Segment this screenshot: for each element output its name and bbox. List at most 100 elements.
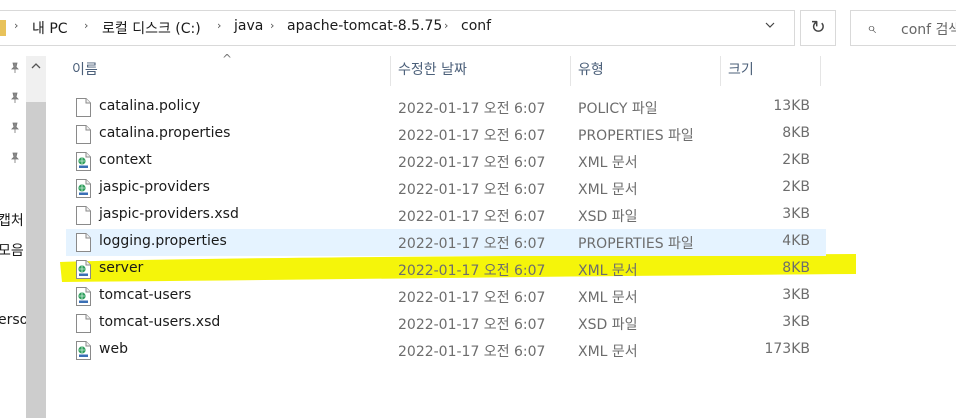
generic-file-icon: [76, 98, 91, 117]
breadcrumb-item-java[interactable]: java: [234, 18, 263, 34]
file-modified-date: 2022-01-17 오전 6:07: [398, 155, 546, 171]
file-type: XML 문서: [578, 344, 638, 360]
file-size: 2KB: [782, 152, 810, 168]
breadcrumb-separator[interactable]: ›: [217, 19, 221, 32]
file-modified-date: 2022-01-17 오전 6:07: [398, 128, 546, 144]
file-list: catalina.policy 2022-01-17 오전 6:07 POLICY …: [66, 94, 826, 364]
xml-file-icon: [76, 287, 91, 306]
breadcrumb-separator[interactable]: ›: [270, 19, 274, 32]
file-name: tomcat-users.xsd: [99, 314, 221, 330]
breadcrumb-item-conf[interactable]: conf: [461, 18, 491, 34]
pin-icon[interactable]: [8, 152, 22, 166]
file-type: XML 문서: [578, 263, 638, 279]
file-name: logging.properties: [99, 233, 227, 249]
file-modified-date: 2022-01-17 오전 6:07: [398, 209, 546, 225]
search-input[interactable]: ⌕ conf 검색: [850, 10, 956, 46]
file-name: jaspic-providers.xsd: [99, 206, 239, 222]
breadcrumb-item-this-pc[interactable]: 내 PC: [32, 18, 68, 38]
refresh-button[interactable]: ↻: [800, 10, 836, 46]
file-row[interactable]: server 2022-01-17 오전 6:07 XML 문서 8KB: [66, 256, 826, 283]
file-type: PROPERTIES 파일: [578, 128, 694, 144]
column-divider[interactable]: [570, 56, 571, 86]
file-modified-date: 2022-01-17 오전 6:07: [398, 236, 546, 252]
column-header-date[interactable]: 수정한 날짜: [398, 56, 467, 88]
xml-file-icon: [76, 152, 91, 171]
file-row[interactable]: tomcat-users.xsd 2022-01-17 오전 6:07 XSD 파일…: [66, 310, 826, 337]
generic-file-icon: [76, 233, 91, 252]
xml-file-icon: [76, 341, 91, 360]
sort-ascending-icon: ^: [222, 52, 233, 66]
file-name: web: [99, 341, 128, 357]
file-size: 4KB: [782, 233, 810, 249]
column-header-name[interactable]: 이름: [72, 56, 98, 88]
nav-item-label[interactable]: erso: [0, 312, 28, 328]
search-placeholder: conf 검색: [901, 22, 956, 38]
file-size: 3KB: [782, 287, 810, 303]
file-name: context: [99, 152, 152, 168]
file-type: XML 문서: [578, 290, 638, 306]
nav-scrollbar-thumb[interactable]: [26, 102, 46, 418]
address-bar[interactable]: › 내 PC › 로컬 디스크 (C:) › java › apache-tom…: [0, 10, 795, 46]
generic-file-icon: [76, 125, 91, 144]
file-row[interactable]: context 2022-01-17 오전 6:07 XML 문서 2KB: [66, 148, 826, 175]
file-modified-date: 2022-01-17 오전 6:07: [398, 344, 546, 360]
breadcrumb-item-local-disk[interactable]: 로컬 디스크 (C:): [102, 18, 201, 38]
file-name: tomcat-users: [99, 287, 192, 303]
file-size: 8KB: [782, 260, 810, 276]
file-modified-date: 2022-01-17 오전 6:07: [398, 263, 546, 279]
xml-file-icon: [76, 179, 91, 198]
file-size: 8KB: [782, 125, 810, 141]
file-type: POLICY 파일: [578, 101, 658, 117]
file-type: XML 문서: [578, 155, 638, 171]
file-size: 2KB: [782, 179, 810, 195]
breadcrumb-separator[interactable]: ›: [444, 19, 448, 32]
generic-file-icon: [76, 206, 91, 225]
breadcrumb-item-tomcat[interactable]: apache-tomcat-8.5.75: [287, 18, 442, 34]
nav-item-label[interactable]: 모음: [0, 240, 24, 260]
address-bar-region: › 내 PC › 로컬 디스크 (C:) › java › apache-tom…: [0, 0, 956, 56]
pin-icon[interactable]: [8, 122, 22, 136]
breadcrumb-separator[interactable]: ›: [14, 19, 18, 32]
column-headers: 이름 ^ 수정한 날짜 유형 크기: [46, 52, 956, 88]
file-size: 3KB: [782, 314, 810, 330]
file-type: PROPERTIES 파일: [578, 236, 694, 252]
file-type: XSD 파일: [578, 209, 638, 225]
pin-icon[interactable]: [8, 92, 22, 106]
breadcrumb-separator[interactable]: ›: [84, 19, 88, 32]
column-header-type[interactable]: 유형: [578, 56, 604, 88]
column-divider[interactable]: [820, 56, 821, 86]
file-modified-date: 2022-01-17 오전 6:07: [398, 182, 546, 198]
file-row[interactable]: catalina.properties 2022-01-17 오전 6:07 PRO…: [66, 121, 826, 148]
column-divider[interactable]: [390, 56, 391, 86]
scroll-up-icon[interactable]: [26, 56, 46, 76]
navigation-pane: 캡처 모음 erso: [0, 56, 46, 418]
search-icon: ⌕: [867, 18, 876, 37]
file-type: XSD 파일: [578, 317, 638, 333]
file-row[interactable]: web 2022-01-17 오전 6:07 XML 문서 173KB: [66, 337, 826, 364]
file-name: server: [99, 260, 144, 276]
column-divider[interactable]: [720, 56, 721, 86]
generic-file-icon: [76, 314, 91, 333]
file-modified-date: 2022-01-17 오전 6:07: [398, 101, 546, 117]
file-row[interactable]: catalina.policy 2022-01-17 오전 6:07 POLICY …: [66, 94, 826, 121]
file-type: XML 문서: [578, 182, 638, 198]
file-size: 13KB: [773, 98, 810, 114]
file-name: catalina.policy: [99, 98, 201, 114]
file-size: 173KB: [764, 341, 810, 357]
file-row[interactable]: logging.properties 2022-01-17 오전 6:07 PROP…: [66, 229, 826, 256]
xml-file-icon: [76, 260, 91, 279]
file-row[interactable]: tomcat-users 2022-01-17 오전 6:07 XML 문서 3KB: [66, 283, 826, 310]
file-name: jaspic-providers: [99, 179, 210, 195]
refresh-icon: ↻: [810, 17, 826, 38]
file-row[interactable]: jaspic-providers.xsd 2022-01-17 오전 6:07 XS…: [66, 202, 826, 229]
nav-item-label[interactable]: 캡처: [0, 210, 24, 230]
file-modified-date: 2022-01-17 오전 6:07: [398, 317, 546, 333]
column-header-size[interactable]: 크기: [728, 56, 754, 88]
file-name: catalina.properties: [99, 125, 231, 141]
pin-icon[interactable]: [8, 62, 22, 76]
folder-icon: [0, 20, 6, 36]
file-modified-date: 2022-01-17 오전 6:07: [398, 290, 546, 306]
file-row[interactable]: jaspic-providers 2022-01-17 오전 6:07 XML 문서…: [66, 175, 826, 202]
file-size: 3KB: [782, 206, 810, 222]
chevron-down-icon[interactable]: [764, 19, 776, 31]
